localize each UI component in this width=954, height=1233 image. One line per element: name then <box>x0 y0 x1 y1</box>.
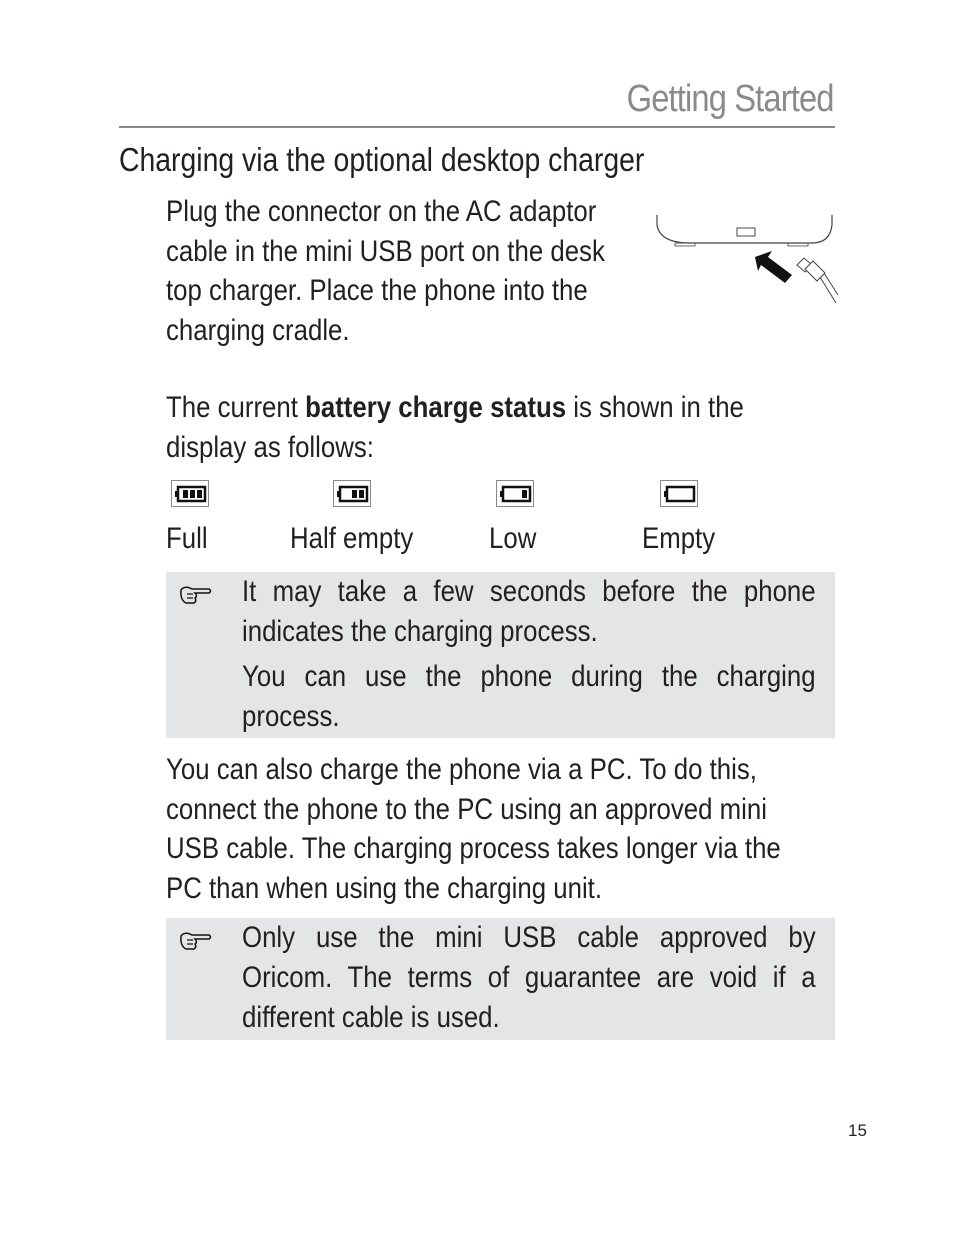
text-line: cable in the mini USB port on the desk <box>166 234 605 268</box>
text-line: charging cradle. <box>166 313 350 347</box>
note-box: Only use the mini USB cable approved by … <box>166 918 835 1040</box>
arrow-icon <box>755 251 792 283</box>
text-line: top charger. Place the phone into the <box>166 274 588 307</box>
section-title: Getting Started <box>627 78 835 120</box>
pointing-hand-icon <box>180 586 212 604</box>
page-number: 15 <box>848 1121 867 1140</box>
battery-label-full: Full <box>166 522 208 555</box>
battery-label-half-empty: Half empty <box>290 522 414 555</box>
header-divider <box>119 126 835 128</box>
battery-label-empty: Empty <box>642 522 716 555</box>
battery-status-intro: The current battery charge status is sho… <box>166 391 744 464</box>
battery-label-low: Low <box>489 522 537 555</box>
page-heading: Charging via the optional desktop charge… <box>119 141 645 178</box>
battery-low-icon <box>496 480 534 507</box>
usb-plug-icon <box>796 257 839 304</box>
note-text: You can use the phone during the chargin… <box>242 660 816 733</box>
text-line: Plug the connector on the AC adaptor <box>166 195 597 228</box>
note-text: Only use the mini USB cable approved by … <box>242 921 816 1034</box>
pc-charging-paragraph: You can also charge the phone via a PC. … <box>166 753 781 905</box>
note-text: It may take a few seconds before the pho… <box>242 575 816 648</box>
battery-half-icon <box>333 480 371 507</box>
note-box: It may take a few seconds before the pho… <box>166 572 835 738</box>
instruction-paragraph: Plug the connector on the AC adaptor cab… <box>166 192 605 350</box>
pointing-hand-icon <box>180 932 212 950</box>
battery-full-icon <box>171 480 209 507</box>
desktop-charger-illustration <box>656 215 839 304</box>
battery-empty-icon <box>660 480 698 507</box>
battery-status-term: battery charge status <box>305 391 567 424</box>
